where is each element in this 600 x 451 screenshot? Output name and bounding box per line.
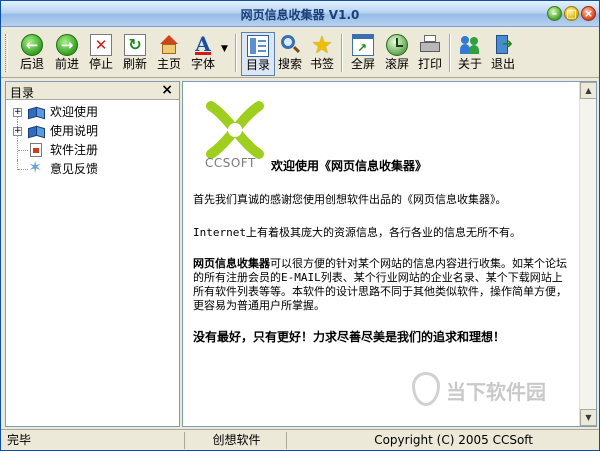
slogan: 没有最好，只有更好！力求尽善尽美是我们的追求和理想！ bbox=[193, 330, 506, 344]
about-button[interactable]: 关于 bbox=[453, 32, 487, 76]
minimize-button[interactable]: – bbox=[547, 6, 562, 21]
tree-item-usage[interactable]: + 使用说明 bbox=[6, 122, 179, 141]
bookmark-label: 书签 bbox=[309, 57, 334, 71]
forward-button[interactable]: → 前进 bbox=[50, 32, 84, 76]
minimize-icon: – bbox=[551, 7, 558, 20]
star-icon: ✶ bbox=[28, 158, 43, 178]
toc-label: 目录 bbox=[245, 58, 270, 72]
close-icon: × bbox=[583, 7, 594, 20]
toolbar-separator bbox=[341, 34, 343, 72]
status-center: 创想软件 bbox=[187, 432, 287, 449]
paragraph-description: 网页信息收集器可以很方便的针对某个网站的信息内容进行收集。如某个论坛的所有注册会… bbox=[193, 257, 573, 313]
toolbar-separator bbox=[449, 34, 451, 72]
scroll-button[interactable]: 滚屏 bbox=[380, 32, 414, 76]
tree-item-welcome[interactable]: + 欢迎使用 bbox=[6, 103, 179, 122]
scroll-up-icon[interactable]: ▲ bbox=[580, 82, 596, 99]
welcome-heading: 欢迎使用《网页信息收集器》 bbox=[271, 159, 428, 173]
watermark-logo-icon bbox=[412, 372, 440, 406]
bookmark-button[interactable]: ★ 书签 bbox=[305, 32, 339, 76]
stop-button[interactable]: ✕ 停止 bbox=[84, 32, 118, 76]
home-button[interactable]: 主页 bbox=[152, 32, 186, 76]
star-icon: ★ bbox=[311, 31, 333, 59]
toc-panel-header: 目录 × bbox=[6, 82, 179, 100]
exit-label: 退出 bbox=[490, 57, 515, 71]
about-label: 关于 bbox=[457, 57, 482, 71]
toc-icon bbox=[247, 35, 269, 57]
window-title: 网页信息收集器 V1.0 bbox=[240, 8, 360, 22]
home-icon bbox=[158, 34, 180, 56]
search-label: 搜索 bbox=[277, 57, 302, 71]
close-window-button[interactable]: × bbox=[581, 6, 596, 21]
fullscreen-icon: ↗ bbox=[352, 34, 374, 56]
fullscreen-label: 全屏 bbox=[350, 57, 375, 71]
font-button[interactable]: A 字体 bbox=[186, 32, 220, 76]
book-icon bbox=[28, 106, 46, 120]
tree-item-label: 软件注册 bbox=[50, 143, 99, 157]
toolbar-separator bbox=[235, 34, 237, 72]
ccsoft-logo bbox=[206, 101, 264, 159]
maximize-icon: □ bbox=[566, 7, 577, 20]
font-dropdown-arrow-icon[interactable]: ▼ bbox=[221, 44, 228, 54]
product-name: 网页信息收集器 bbox=[193, 257, 270, 270]
font-icon: A bbox=[195, 32, 211, 56]
refresh-label: 刷新 bbox=[122, 57, 147, 71]
title-bar[interactable]: 网页信息收集器 V1.0 – □ × bbox=[1, 1, 599, 27]
toc-panel: 目录 × + 欢迎使用 + 使用说明 软件注册 ✶ 意见反馈 bbox=[5, 81, 180, 427]
content-panel: CCSOFT 欢迎使用《网页信息收集器》 首先我们真诚的感谢您使用创想软件出品的… bbox=[182, 81, 597, 427]
print-button[interactable]: 打印 bbox=[413, 32, 447, 76]
toolbar-grip[interactable] bbox=[5, 34, 8, 72]
document-icon bbox=[30, 143, 42, 157]
scroll-down-icon[interactable]: ▼ bbox=[580, 409, 596, 426]
refresh-icon: ↻ bbox=[124, 34, 146, 56]
tree-item-label: 欢迎使用 bbox=[50, 105, 99, 119]
app-window: 网页信息收集器 V1.0 – □ × ← 后退 → 前进 ✕ 停止 ↻ 刷新 主… bbox=[0, 0, 600, 451]
back-button[interactable]: ← 后退 bbox=[15, 32, 49, 76]
print-label: 打印 bbox=[417, 57, 442, 71]
toolbar: ← 后退 → 前进 ✕ 停止 ↻ 刷新 主页 A 字体 ▼ 目录 搜索 ★ 书签… bbox=[1, 28, 599, 78]
clock-icon bbox=[386, 34, 408, 56]
exit-door-icon: ➜ bbox=[492, 34, 514, 56]
back-arrow-icon: ← bbox=[21, 34, 43, 56]
paragraph-internet: Internet上有着极其庞大的资源信息，各行各业的信息无所不有。 bbox=[193, 226, 521, 239]
close-panel-icon[interactable]: × bbox=[161, 82, 173, 99]
printer-icon bbox=[419, 34, 441, 56]
book-icon bbox=[28, 125, 46, 139]
stop-icon: ✕ bbox=[90, 34, 112, 56]
fullscreen-button[interactable]: ↗ 全屏 bbox=[346, 32, 380, 76]
status-left: 完毕 bbox=[5, 432, 185, 449]
expand-icon[interactable]: + bbox=[13, 127, 22, 136]
exit-button[interactable]: ➜ 退出 bbox=[486, 32, 520, 76]
back-label: 后退 bbox=[19, 57, 44, 71]
font-label: 字体 bbox=[190, 57, 215, 71]
maximize-button[interactable]: □ bbox=[564, 6, 579, 21]
toc-button[interactable]: 目录 bbox=[241, 32, 275, 76]
tree-item-feedback[interactable]: ✶ 意见反馈 bbox=[6, 158, 179, 179]
watermark-text: 当下软件园 bbox=[446, 380, 546, 404]
tree-item-label: 使用说明 bbox=[50, 124, 99, 138]
paragraph-thanks: 首先我们真诚的感谢您使用创想软件出品的《网页信息收集器》。 bbox=[193, 193, 507, 206]
expand-icon[interactable]: + bbox=[13, 108, 22, 117]
tree-item-label: 意见反馈 bbox=[50, 162, 99, 176]
vertical-scrollbar[interactable]: ▲ ▼ bbox=[579, 82, 596, 426]
forward-arrow-icon: → bbox=[56, 34, 78, 56]
stop-label: 停止 bbox=[88, 57, 113, 71]
search-icon bbox=[279, 34, 301, 56]
toc-panel-title: 目录 bbox=[10, 86, 35, 100]
toc-tree: + 欢迎使用 + 使用说明 软件注册 ✶ 意见反馈 bbox=[6, 100, 179, 179]
refresh-button[interactable]: ↻ 刷新 bbox=[118, 32, 152, 76]
users-icon bbox=[459, 34, 481, 56]
search-button[interactable]: 搜索 bbox=[273, 32, 307, 76]
watermark: 当下软件园 bbox=[412, 372, 572, 412]
logo-text: CCSOFT bbox=[205, 156, 256, 170]
status-copyright: Copyright (C) 2005 CCSoft bbox=[374, 433, 533, 447]
scroll-label: 滚屏 bbox=[384, 57, 409, 71]
home-label: 主页 bbox=[156, 57, 181, 71]
forward-label: 前进 bbox=[54, 57, 79, 71]
status-bar: 完毕 创想软件 Copyright (C) 2005 CCSoft bbox=[1, 429, 599, 450]
